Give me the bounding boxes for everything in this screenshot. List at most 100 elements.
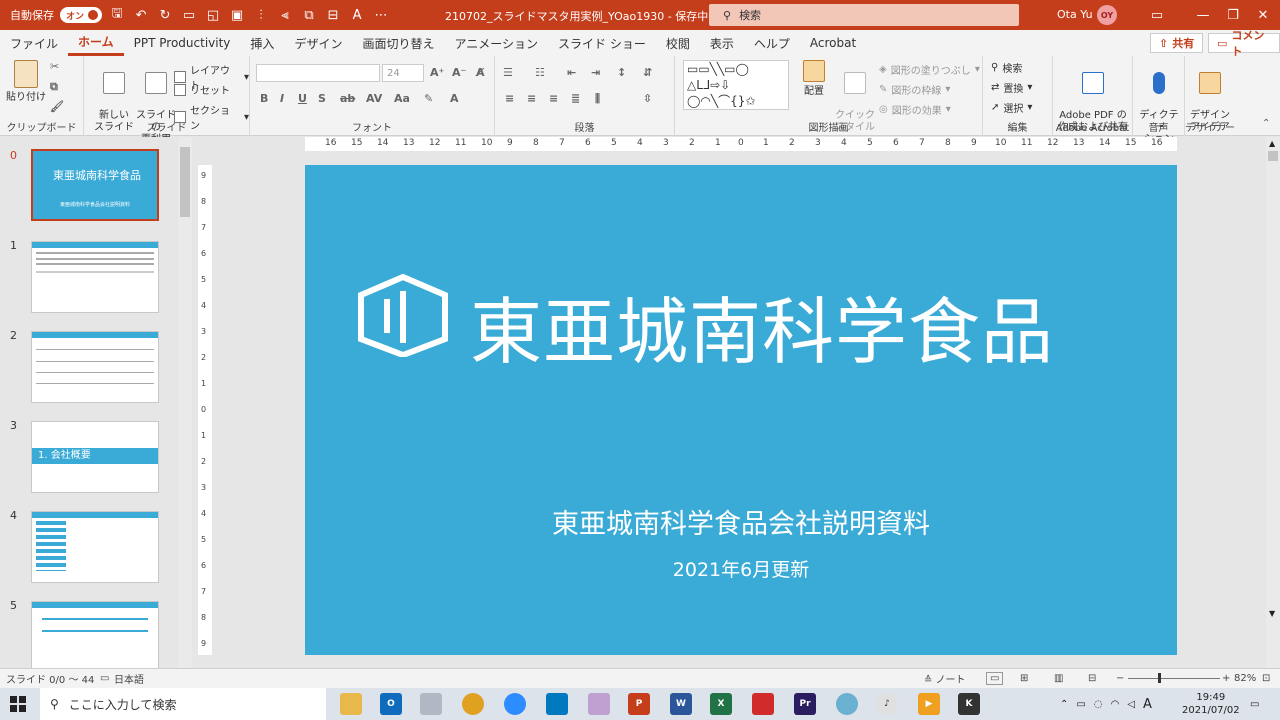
comment-button[interactable]: ▭ コメント <box>1208 29 1280 58</box>
shapes-gallery[interactable]: ▭▭╲╲▭◯ △ᒪᒧ⇨⇩ ◯◠╲⌒{}✩ <box>683 60 789 110</box>
tab-ppt-productivity[interactable]: PPT Productivity <box>124 30 241 56</box>
slide-thumbnail[interactable] <box>31 511 159 583</box>
shape-outline-button[interactable]: ✎ 図形の枠線 ▾ <box>879 82 950 97</box>
premiere-icon[interactable]: Pr <box>794 693 816 715</box>
replace-button[interactable]: ⇄ 置換 ▾ <box>991 80 1032 95</box>
undo-icon[interactable]: ↶ <box>132 6 150 24</box>
user-name[interactable]: Ota Yu <box>1057 8 1093 21</box>
strikethrough-icon[interactable]: ab <box>340 92 355 105</box>
edge-icon[interactable] <box>836 693 858 715</box>
italic-icon[interactable]: I <box>280 92 284 105</box>
thumbnail-scrollbar[interactable] <box>178 137 192 668</box>
line-spacing-icon[interactable]: ↕ <box>617 66 626 79</box>
tab-file[interactable]: ファイル <box>0 30 68 56</box>
save-icon[interactable]: 🖫 <box>108 6 126 24</box>
font-size-combo[interactable]: 24 <box>382 64 424 82</box>
snip-icon[interactable] <box>588 693 610 715</box>
align-left-icon[interactable]: ≡ <box>505 92 514 105</box>
reset-button[interactable]: リセット <box>174 82 230 97</box>
arrange-button[interactable]: 配置 <box>797 60 831 98</box>
bold-icon[interactable]: B <box>260 92 268 105</box>
trello-icon[interactable] <box>546 693 568 715</box>
tab-transitions[interactable]: 画面切り替え <box>352 30 444 56</box>
share-button[interactable]: ⇧ 共有 <box>1150 33 1204 53</box>
font-name-combo[interactable] <box>256 64 380 82</box>
acrobat-icon[interactable] <box>752 693 774 715</box>
paste-button[interactable]: 貼り付け <box>6 60 46 104</box>
autosave-toggle[interactable]: オン <box>60 7 103 23</box>
slide-thumbnail[interactable] <box>31 601 159 673</box>
tab-animations[interactable]: アニメーション <box>444 30 548 56</box>
ribbon-display-icon[interactable]: ▭ <box>1134 0 1180 30</box>
spellcheck-icon[interactable]: ▭ <box>100 673 109 684</box>
spacing-icon[interactable]: AV <box>366 92 382 105</box>
fit-slide-icon[interactable]: ⊡ <box>1262 673 1270 684</box>
zoom-out-icon[interactable]: − <box>1116 673 1124 684</box>
title-search-box[interactable]: ⚲ 検索 <box>709 4 1019 26</box>
highlight-icon[interactable]: ✎ <box>424 92 433 105</box>
align-icon[interactable]: ⫶ <box>252 6 270 24</box>
tab-view[interactable]: 表示 <box>700 30 744 56</box>
font-color-icon[interactable]: A <box>450 92 459 105</box>
zoom-in-icon[interactable]: + <box>1222 673 1230 684</box>
notification-icon[interactable]: ▭ <box>1250 688 1259 720</box>
tray-expand-icon[interactable]: ⌃ <box>1060 699 1068 710</box>
underline-icon[interactable]: U <box>298 92 307 105</box>
powerpoint-icon[interactable]: P <box>628 693 650 715</box>
case-icon[interactable]: Aa <box>394 92 410 105</box>
increase-indent-icon[interactable]: ⇥ <box>591 66 600 79</box>
avatar[interactable]: OY <box>1097 5 1117 25</box>
zoom-app-icon[interactable] <box>504 693 526 715</box>
photos-icon[interactable] <box>420 693 442 715</box>
chrome-icon[interactable] <box>462 693 484 715</box>
clear-format-icon[interactable]: A̸ <box>476 66 485 79</box>
slide-canvas[interactable]: 東亜城南科学食品 東亜城南科学食品会社説明資料 2021年6月更新 <box>305 165 1177 655</box>
presentation-icon[interactable]: ▭ <box>180 6 198 24</box>
windows-start-icon[interactable] <box>0 688 36 720</box>
justify-icon[interactable]: ≣ <box>571 92 580 105</box>
bullets-icon[interactable]: ☰ <box>503 66 513 79</box>
slide-date[interactable]: 2021年6月更新 <box>305 555 1177 582</box>
tab-insert[interactable]: 挿入 <box>240 30 284 56</box>
normal-view-icon[interactable]: ▭ <box>986 672 1004 685</box>
network-icon[interactable]: ◌ <box>1094 699 1103 710</box>
distribute-icon[interactable]: ⫷ <box>276 6 294 24</box>
excel-icon[interactable]: X <box>710 693 732 715</box>
group-icon[interactable]: ⧉ <box>300 6 318 24</box>
shadow-icon[interactable]: S <box>318 92 326 105</box>
word-icon[interactable]: W <box>670 693 692 715</box>
tab-help[interactable]: ヘルプ <box>744 30 800 56</box>
close-icon[interactable]: ✕ <box>1240 0 1280 30</box>
outlook-icon[interactable]: O <box>380 693 402 715</box>
slide-title[interactable]: 東亜城南科学食品 <box>470 273 1054 378</box>
volume-icon[interactable]: ◁ <box>1127 699 1135 710</box>
format-painter-icon[interactable]: 🖌 <box>50 100 64 113</box>
select-button[interactable]: ➚ 選択 ▾ <box>991 100 1032 115</box>
tab-design[interactable]: デザイン <box>284 30 352 56</box>
slide-sorter-icon[interactable]: ⊞ <box>1020 673 1028 684</box>
taskbar-search-box[interactable]: ⚲ ここに入力して検索 <box>40 688 326 720</box>
zoom-level[interactable]: 82% <box>1234 673 1256 684</box>
slideshow-icon[interactable]: ⊟ <box>1088 673 1096 684</box>
tab-review[interactable]: 校閲 <box>656 30 700 56</box>
app-icon[interactable]: K <box>958 693 980 715</box>
slide-thumbnail[interactable]: 東亜城南科学食品 東亜城南科学食品会社説明資料 <box>31 149 159 221</box>
scroll-up-icon[interactable]: ▲ <box>1269 139 1275 148</box>
tab-home[interactable]: ホーム <box>68 30 124 56</box>
align-center-icon[interactable]: ≡ <box>527 92 536 105</box>
align-right-icon[interactable]: ≡ <box>549 92 558 105</box>
notes-button[interactable]: ≙ ノート <box>924 671 966 686</box>
find-button[interactable]: ⚲ 検索 <box>991 60 1022 75</box>
more-icon[interactable]: ⋯ <box>372 6 390 24</box>
zoom-slider[interactable] <box>1128 673 1220 683</box>
numbering-icon[interactable]: ☷ <box>535 66 545 79</box>
scroll-down-icon[interactable]: ▼ <box>1269 609 1275 618</box>
text-direction-icon[interactable]: ⇵ <box>643 66 652 79</box>
tab-slideshow[interactable]: スライド ショー <box>548 30 656 56</box>
editor-scrollbar[interactable]: ▲ ▼ <box>1266 137 1280 668</box>
language[interactable]: 日本語 <box>114 671 144 686</box>
columns-icon[interactable]: ⫼ <box>595 92 600 106</box>
shape-effect-button[interactable]: ◎ 図形の効果 ▾ <box>879 102 951 117</box>
shrink-font-icon[interactable]: A⁻ <box>452 66 466 79</box>
align-text-icon[interactable]: ⇳ <box>643 92 652 105</box>
